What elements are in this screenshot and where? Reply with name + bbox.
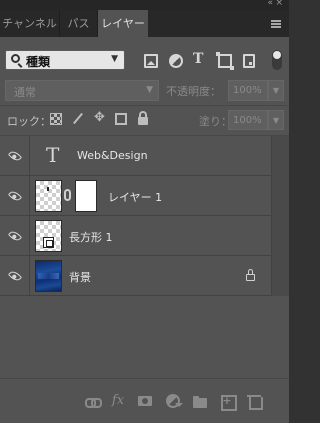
layer-list-scrollbar[interactable]: [271, 136, 289, 296]
divider: [0, 378, 289, 379]
new-group-icon[interactable]: [192, 393, 208, 409]
tab-paths[interactable]: パス: [60, 10, 98, 37]
layer-thumbnail: [35, 180, 62, 212]
close-panel-button[interactable]: ×: [275, 0, 283, 8]
layer-thumbnail: [35, 220, 62, 252]
layer-name: Web&Design: [77, 149, 148, 162]
eye-icon: [7, 188, 23, 204]
mask-link-icon[interactable]: [64, 189, 71, 201]
blend-mode-select[interactable]: 通常 ▼: [5, 80, 159, 101]
layer-list: T Web&Design レイヤー 1 長方形 1 背景: [0, 136, 271, 296]
eye-icon: [7, 148, 23, 164]
tab-channels[interactable]: チャンネル: [0, 10, 60, 37]
filter-kind-label: 種類: [26, 55, 51, 69]
lock-transparent-pixels-icon[interactable]: [50, 113, 62, 125]
lock-label: ロック：: [7, 115, 51, 128]
collapse-panel-button[interactable]: «: [267, 0, 272, 8]
fill-dropdown-button[interactable]: ▼: [268, 110, 284, 130]
layer-row-background[interactable]: 背景: [0, 256, 271, 296]
link-layers-icon[interactable]: [84, 393, 102, 409]
visibility-toggle[interactable]: [0, 216, 30, 255]
lock-icon: [246, 269, 255, 281]
lock-position-icon[interactable]: ✥: [94, 110, 106, 125]
search-icon: [11, 54, 20, 63]
visibility-toggle[interactable]: [0, 176, 30, 215]
opacity-label: 不透明度：: [166, 85, 221, 98]
smart-object-filter-icon[interactable]: [243, 54, 255, 68]
lock-image-pixels-icon[interactable]: [72, 113, 84, 125]
lock-all-icon[interactable]: [138, 111, 148, 125]
panel-menu-icon[interactable]: [271, 20, 281, 28]
shape-layer-filter-icon[interactable]: [216, 52, 234, 70]
new-layer-icon[interactable]: [219, 393, 237, 411]
layer-row-pixel[interactable]: レイヤー 1: [0, 176, 271, 216]
layer-thumbnail: [35, 260, 62, 292]
filter-toggle-switch[interactable]: [272, 50, 282, 70]
layer-style-fx-icon[interactable]: fx: [110, 393, 126, 409]
layer-name: 長方形 1: [69, 231, 113, 244]
layer-name: 背景: [69, 271, 91, 284]
layers-footer-toolbar: fx: [0, 378, 289, 423]
chevron-down-icon: ▼: [146, 85, 153, 95]
pixel-layer-filter-icon[interactable]: [144, 54, 158, 68]
adjustment-layer-filter-icon[interactable]: [169, 54, 183, 68]
visibility-toggle[interactable]: [0, 136, 30, 175]
divider: [0, 105, 289, 106]
text-layer-thumbnail-icon: T: [46, 143, 60, 167]
new-adjustment-layer-icon[interactable]: [165, 393, 183, 409]
fill-field[interactable]: 100%: [228, 110, 268, 130]
delete-layer-icon[interactable]: [246, 393, 263, 410]
visibility-toggle[interactable]: [0, 256, 30, 295]
eye-icon: [7, 268, 23, 284]
layer-row-text[interactable]: T Web&Design: [0, 136, 271, 176]
layer-row-shape[interactable]: 長方形 1: [0, 216, 271, 256]
layer-filter-select[interactable]: 種類 ▼: [5, 50, 125, 70]
add-mask-icon[interactable]: [137, 393, 153, 409]
opacity-field[interactable]: 100%: [228, 80, 268, 101]
opacity-dropdown-button[interactable]: ▼: [268, 80, 284, 101]
layer-mask-thumbnail[interactable]: [75, 180, 97, 212]
lock-artboard-icon[interactable]: [115, 113, 127, 125]
chevron-down-icon: ▼: [111, 54, 118, 64]
tab-layers[interactable]: レイヤー: [98, 10, 148, 38]
shape-layer-badge-icon: [43, 237, 54, 248]
eye-icon: [7, 228, 23, 244]
panel-tab-bar: チャンネル パス レイヤー: [0, 10, 289, 38]
layer-name: レイヤー 1: [108, 191, 163, 204]
panel-top-strip: « ×: [0, 0, 289, 10]
blend-mode-value: 通常: [14, 86, 36, 99]
layers-panel: 種類 ▼ T 通常 ▼ 不透明度： 100% ▼ ロック： ✥ 塗り： 100%…: [0, 37, 289, 423]
type-layer-filter-icon[interactable]: T: [193, 51, 207, 67]
